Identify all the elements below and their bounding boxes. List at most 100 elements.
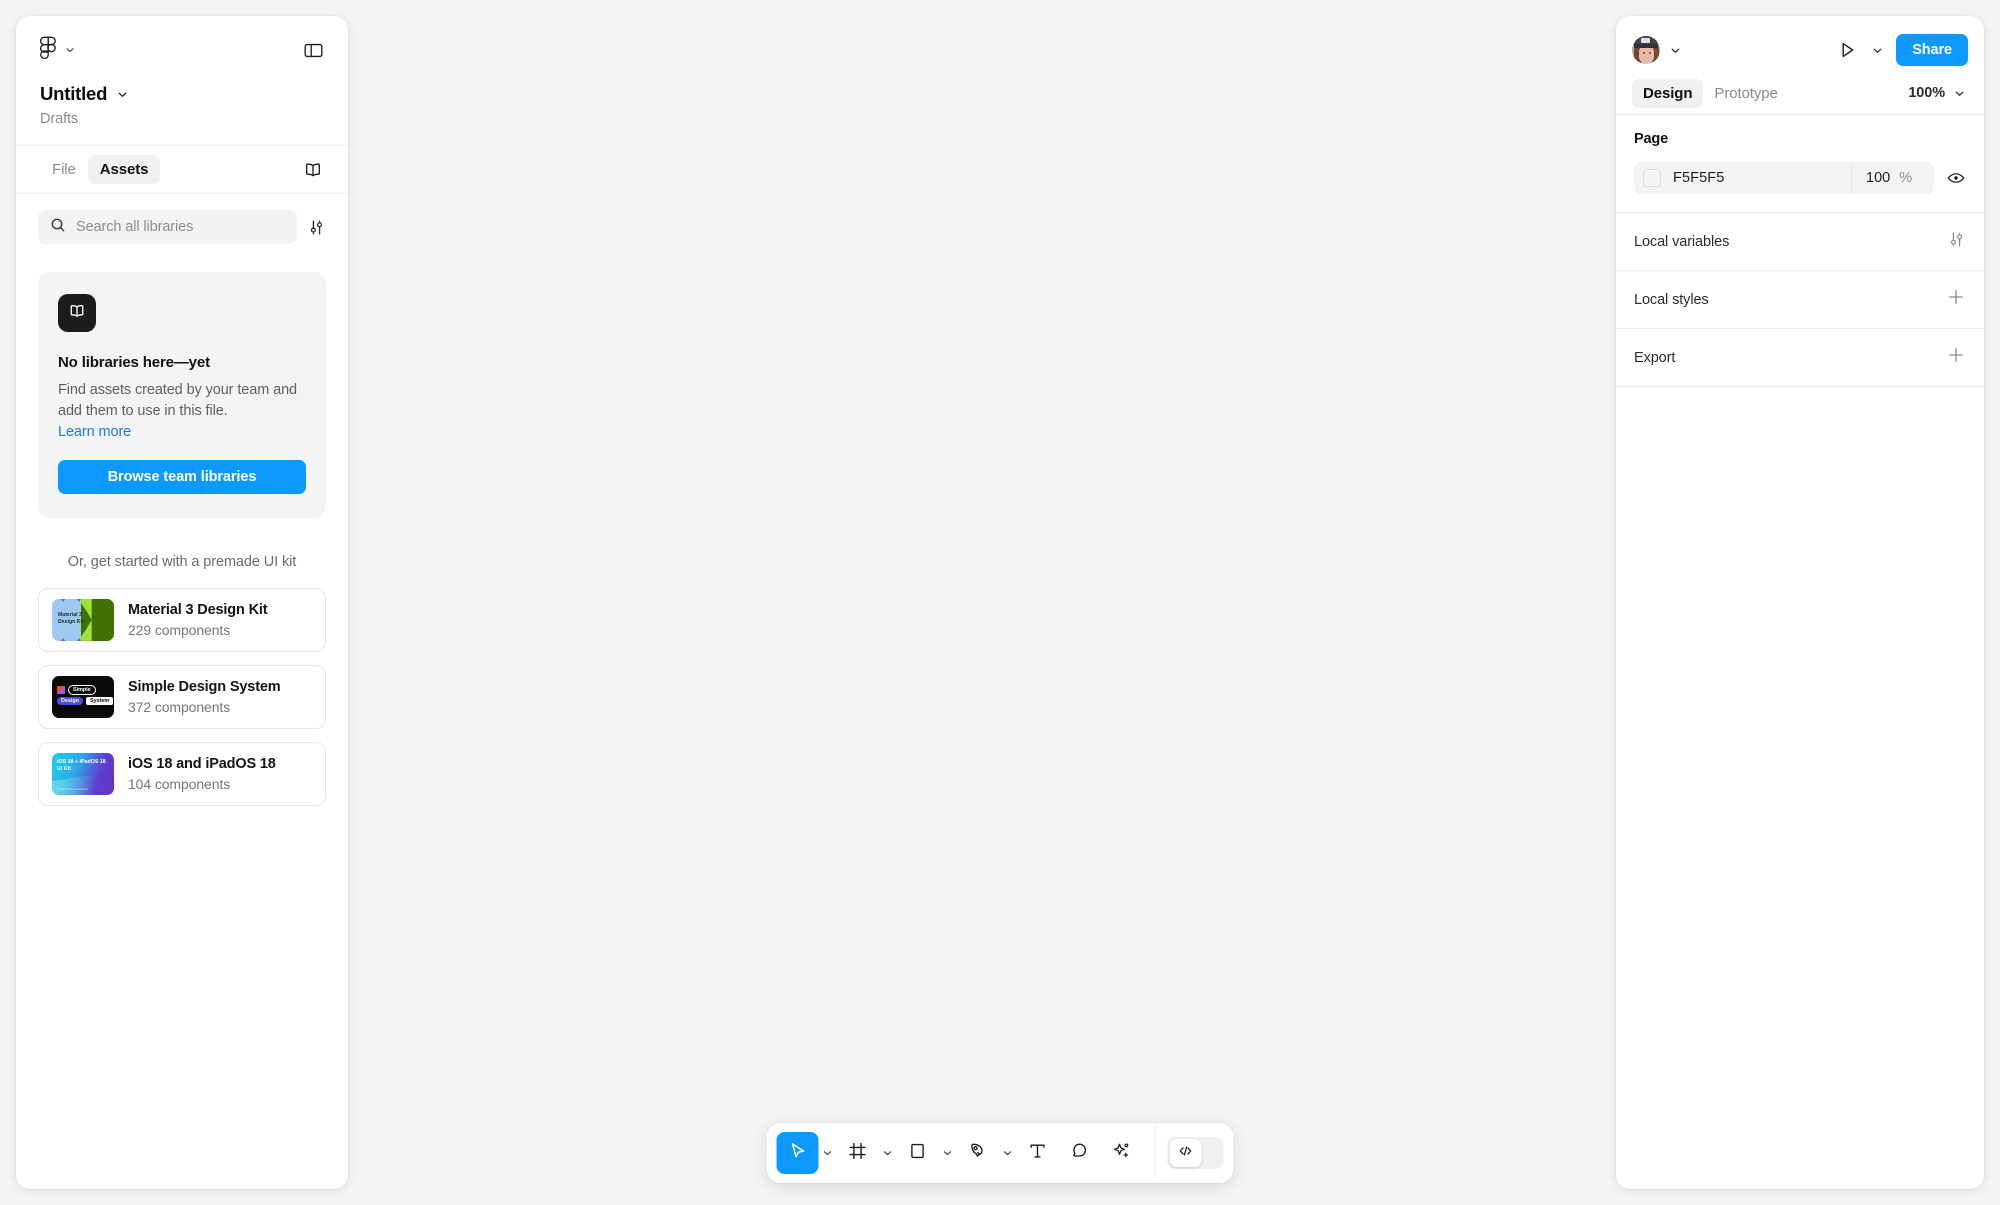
kit-component-count: 372 components bbox=[128, 698, 231, 715]
right-properties-panel: Share Design Prototype 100% Page F5F5F5 … bbox=[1616, 16, 1984, 1189]
kit-component-count: 229 components bbox=[128, 621, 231, 638]
chevron-down-icon[interactable] bbox=[1670, 45, 1680, 55]
page-fill-row: F5F5F5 100 % bbox=[1634, 162, 1966, 194]
page-title: Untitled bbox=[40, 83, 108, 104]
list-item-text: Material 3 Design Kit 229 components bbox=[128, 602, 268, 638]
section-label: Export bbox=[1634, 349, 1676, 366]
chevron-down-icon[interactable] bbox=[1872, 45, 1882, 55]
kit-name: iOS 18 and iPadOS 18 bbox=[128, 755, 276, 772]
sliders-filter-icon[interactable] bbox=[307, 218, 326, 237]
page-section: Page F5F5F5 100 % bbox=[1616, 115, 1984, 212]
frame-tool[interactable] bbox=[837, 1132, 879, 1174]
search-input[interactable] bbox=[76, 219, 285, 235]
ios18-thumbnail: iOS 18 + iPadOS 18 UI Kit if you're into… bbox=[52, 752, 114, 795]
fill-field: F5F5F5 100 % bbox=[1634, 162, 1934, 194]
open-book-icon[interactable] bbox=[302, 159, 324, 181]
kit-component-count: 104 components bbox=[128, 775, 231, 792]
tab-prototype[interactable]: Prototype bbox=[1703, 79, 1788, 108]
chevron-down-icon bbox=[65, 45, 75, 55]
ui-kit-list: Material 3 Design Kit Material 3 Design … bbox=[16, 587, 348, 806]
kit-name: Simple Design System bbox=[128, 678, 281, 695]
sliders-filter-icon[interactable] bbox=[1947, 230, 1966, 254]
toolbar-divider bbox=[1154, 1123, 1156, 1183]
list-item[interactable]: Material 3 Design Kit Material 3 Design … bbox=[38, 587, 326, 652]
figma-main-menu-button[interactable] bbox=[39, 36, 75, 65]
file-title-row[interactable]: Untitled bbox=[40, 83, 324, 105]
code-toggle-knob bbox=[1169, 1139, 1202, 1167]
file-location-label: Drafts bbox=[40, 111, 79, 127]
move-tool-chevron-down-icon[interactable] bbox=[819, 1132, 837, 1174]
section-local-styles[interactable]: Local styles bbox=[1616, 270, 1984, 328]
thumb-text-line1: iOS 18 + iPadOS 18 bbox=[57, 758, 106, 765]
toolbar-tools bbox=[776, 1132, 1143, 1174]
shape-tool[interactable] bbox=[897, 1132, 939, 1174]
frame-hash-icon bbox=[847, 1140, 869, 1167]
thumb-chip: Design bbox=[57, 696, 83, 705]
empty-libraries-card: No libraries here—yet Find assets create… bbox=[38, 272, 326, 518]
left-panel-header: Untitled Drafts bbox=[16, 16, 348, 146]
empty-state-title: No libraries here—yet bbox=[58, 354, 210, 371]
left-panel-tabs: File Assets bbox=[16, 146, 348, 194]
thumb-text-line2: Design Kit bbox=[58, 619, 84, 626]
share-button[interactable]: Share bbox=[1896, 34, 1968, 66]
move-tool[interactable] bbox=[776, 1132, 819, 1174]
list-item-text: iOS 18 and iPadOS 18 104 components bbox=[128, 756, 276, 792]
list-item[interactable]: Simple Design System Simple Design Syste… bbox=[38, 664, 326, 729]
open-book-icon bbox=[67, 301, 87, 326]
tab-file[interactable]: File bbox=[40, 155, 88, 184]
search-box[interactable] bbox=[38, 210, 297, 244]
cursor-arrow-icon bbox=[787, 1140, 809, 1167]
chevron-down-icon bbox=[117, 89, 127, 99]
empty-state-badge bbox=[58, 294, 96, 332]
thumb-chip: Simple bbox=[68, 684, 96, 695]
play-present-icon[interactable] bbox=[1836, 39, 1858, 61]
ui-kits-heading: Or, get started with a premade UI kit bbox=[67, 553, 297, 570]
right-panel-header: Share Design Prototype 100% bbox=[1616, 16, 1984, 114]
shape-tool-chevron-down-icon[interactable] bbox=[939, 1132, 957, 1174]
assets-search-row bbox=[16, 194, 348, 254]
pen-tool[interactable] bbox=[957, 1132, 999, 1174]
panel-layout-icon[interactable] bbox=[303, 40, 324, 61]
fill-color-picker[interactable]: F5F5F5 bbox=[1634, 169, 1851, 187]
code-toggle[interactable] bbox=[1167, 1137, 1224, 1169]
actions-tool[interactable] bbox=[1101, 1132, 1143, 1174]
section-local-variables[interactable]: Local variables bbox=[1616, 212, 1984, 270]
thumb-text-line3: if you're into prototypes bbox=[57, 786, 88, 791]
figma-app-window: Untitled Drafts File Assets Search all l… bbox=[0, 0, 2000, 1205]
avatar[interactable] bbox=[1632, 36, 1660, 64]
left-sidebar-panel: Untitled Drafts File Assets Search all l… bbox=[16, 16, 348, 1189]
page-section-label: Page bbox=[1634, 131, 1669, 147]
learn-more-link[interactable]: Learn more bbox=[58, 424, 131, 440]
list-item-text: Simple Design System 372 components bbox=[128, 679, 281, 715]
tab-design[interactable]: Design bbox=[1632, 78, 1704, 108]
browse-team-libraries-button[interactable]: Browse team libraries bbox=[58, 459, 306, 494]
plus-icon[interactable] bbox=[1946, 345, 1966, 370]
comment-bubble-icon bbox=[1069, 1140, 1091, 1167]
material3-thumbnail: Material 3 Design Kit bbox=[52, 598, 114, 641]
pen-nib-icon bbox=[967, 1140, 989, 1167]
pen-tool-chevron-down-icon[interactable] bbox=[999, 1132, 1017, 1174]
frame-tool-chevron-down-icon[interactable] bbox=[879, 1132, 897, 1174]
chevron-down-icon bbox=[1954, 88, 1964, 98]
fill-opacity-value[interactable]: 100 bbox=[1866, 170, 1890, 186]
fill-opacity-unit: % bbox=[1899, 170, 1913, 186]
comment-tool[interactable] bbox=[1059, 1132, 1101, 1174]
list-item[interactable]: iOS 18 + iPadOS 18 UI Kit if you're into… bbox=[38, 741, 326, 806]
sparkle-plus-icon bbox=[1111, 1140, 1133, 1167]
text-tool[interactable] bbox=[1017, 1132, 1059, 1174]
section-export[interactable]: Export bbox=[1616, 328, 1984, 386]
section-label: Local variables bbox=[1634, 233, 1730, 250]
figma-logo-icon bbox=[39, 36, 56, 65]
square-shape-icon bbox=[907, 1140, 929, 1167]
simple-design-system-thumbnail: Simple Design System bbox=[52, 675, 114, 718]
fill-hex-value[interactable]: F5F5F5 bbox=[1673, 170, 1724, 186]
fill-opacity-field[interactable]: 100 % bbox=[1852, 170, 1934, 186]
divider bbox=[1616, 386, 1984, 387]
search-icon bbox=[50, 217, 66, 238]
eye-icon[interactable] bbox=[1946, 168, 1966, 188]
thumb-text-line1: Material 3 bbox=[58, 611, 82, 618]
zoom-control[interactable]: 100% bbox=[1908, 85, 1968, 101]
plus-icon[interactable] bbox=[1946, 287, 1966, 312]
tab-assets[interactable]: Assets bbox=[87, 155, 161, 184]
color-swatch[interactable] bbox=[1643, 169, 1661, 187]
